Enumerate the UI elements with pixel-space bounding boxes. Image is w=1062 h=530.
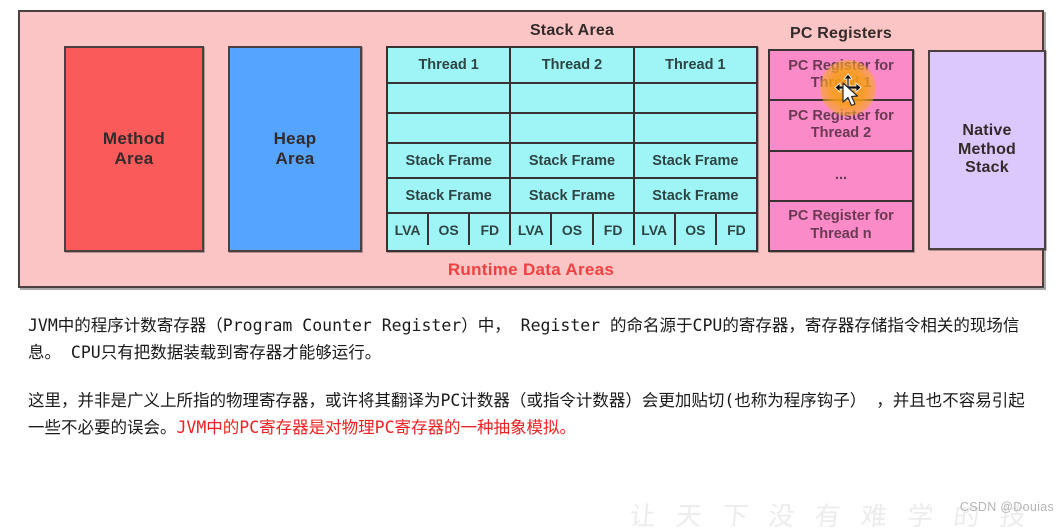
stack-part-cell: LVA (635, 214, 676, 245)
stack-part-cell: FD (603, 221, 623, 238)
stack-thread-cell: Thread 1 (634, 48, 756, 82)
jvm-runtime-data-areas-diagram: Method Area Heap Area Stack Area Thread 1 … (18, 10, 1046, 288)
native-method-stack-box: Native Method Stack (928, 50, 1046, 250)
article-text: JVM中的程序计数寄存器（Program Counter Register）中，… (28, 313, 1038, 442)
method-area-label: Method Area (102, 128, 166, 168)
csdn-watermark: CSDN @Douias (959, 500, 1054, 514)
stack-frame-cell: Stack Frame (388, 144, 512, 177)
stack-area-frame-row: Stack Frame Stack Frame Stack Frame (388, 144, 756, 179)
pc-register-cell: PC Register for Thread 2 (770, 101, 912, 152)
paragraph-1: JVM中的程序计数寄存器（Program Counter Register）中，… (28, 313, 1038, 366)
stack-part-cell: FD (480, 221, 500, 238)
stack-parts-group: LVA OS FD (511, 214, 635, 245)
stack-empty-cell (511, 114, 635, 142)
stack-thread-cell: Thread 1 (388, 48, 512, 82)
method-area-box: Method Area (64, 46, 204, 252)
stack-empty-cell (634, 84, 756, 112)
runtime-data-areas-label: Runtime Data Areas (447, 260, 615, 279)
stack-area-parts-row: LVA OS FD LVA OS FD LVA OS FD (388, 214, 756, 245)
paragraph-1-text: JVM中的程序计数寄存器（Program Counter Register）中，… (28, 316, 1020, 362)
stack-frame-cell: Stack Frame (634, 144, 756, 177)
pc-register-cell: PC Register for Thread 1 (770, 51, 912, 102)
stack-part-cell: OS (552, 214, 594, 245)
stack-parts-group: LVA OS FD (635, 214, 756, 245)
stack-empty-cell (634, 114, 756, 142)
stack-area-frame-row: Stack Frame Stack Frame Stack Frame (388, 179, 756, 214)
stack-part-cell: LVA (388, 214, 430, 245)
stack-part-cell: OS (676, 214, 717, 245)
stack-area-table: Thread 1 Thread 2 Thread 1 Stack Frame S… (386, 46, 758, 252)
stack-part-cell: LVA (511, 214, 553, 245)
pc-register-cell: PC Register for Thread n (788, 208, 894, 242)
stack-area-empty-row (388, 84, 756, 114)
stack-frame-cell: Stack Frame (511, 144, 635, 177)
native-method-stack-label: Native Method Stack (957, 121, 1017, 177)
stack-frame-cell: Stack Frame (388, 179, 512, 212)
pc-register-ellipsis-cell: ... (770, 152, 912, 202)
heap-area-label: Heap Area (273, 128, 317, 168)
stack-frame-cell: Stack Frame (634, 179, 756, 212)
heap-area-box: Heap Area (228, 46, 362, 252)
stack-empty-cell (388, 84, 512, 112)
stack-area-title: Stack Area (529, 22, 615, 39)
stack-area-thread-row: Thread 1 Thread 2 Thread 1 (388, 48, 756, 84)
stack-empty-cell (511, 84, 635, 112)
stack-thread-cell: Thread 2 (511, 48, 635, 82)
pc-registers-title: PC Registers (790, 25, 892, 42)
stack-part-cell: FD (727, 221, 746, 238)
stack-area-empty-row (388, 114, 756, 144)
stack-frame-cell: Stack Frame (511, 179, 635, 212)
pc-registers-table: PC Register for Thread 1 PC Register for… (768, 49, 914, 252)
stack-empty-cell (388, 114, 512, 142)
paragraph-2: 这里，并非是广义上所指的物理寄存器，或许将其翻译为PC计数器（或指令计数器）会更… (28, 388, 1038, 441)
stack-part-cell: OS (429, 214, 471, 245)
paragraph-2-highlight: JVM中的PC寄存器是对物理PC寄存器的一种抽象模拟。 (176, 418, 577, 438)
stack-parts-group: LVA OS FD (388, 214, 512, 245)
